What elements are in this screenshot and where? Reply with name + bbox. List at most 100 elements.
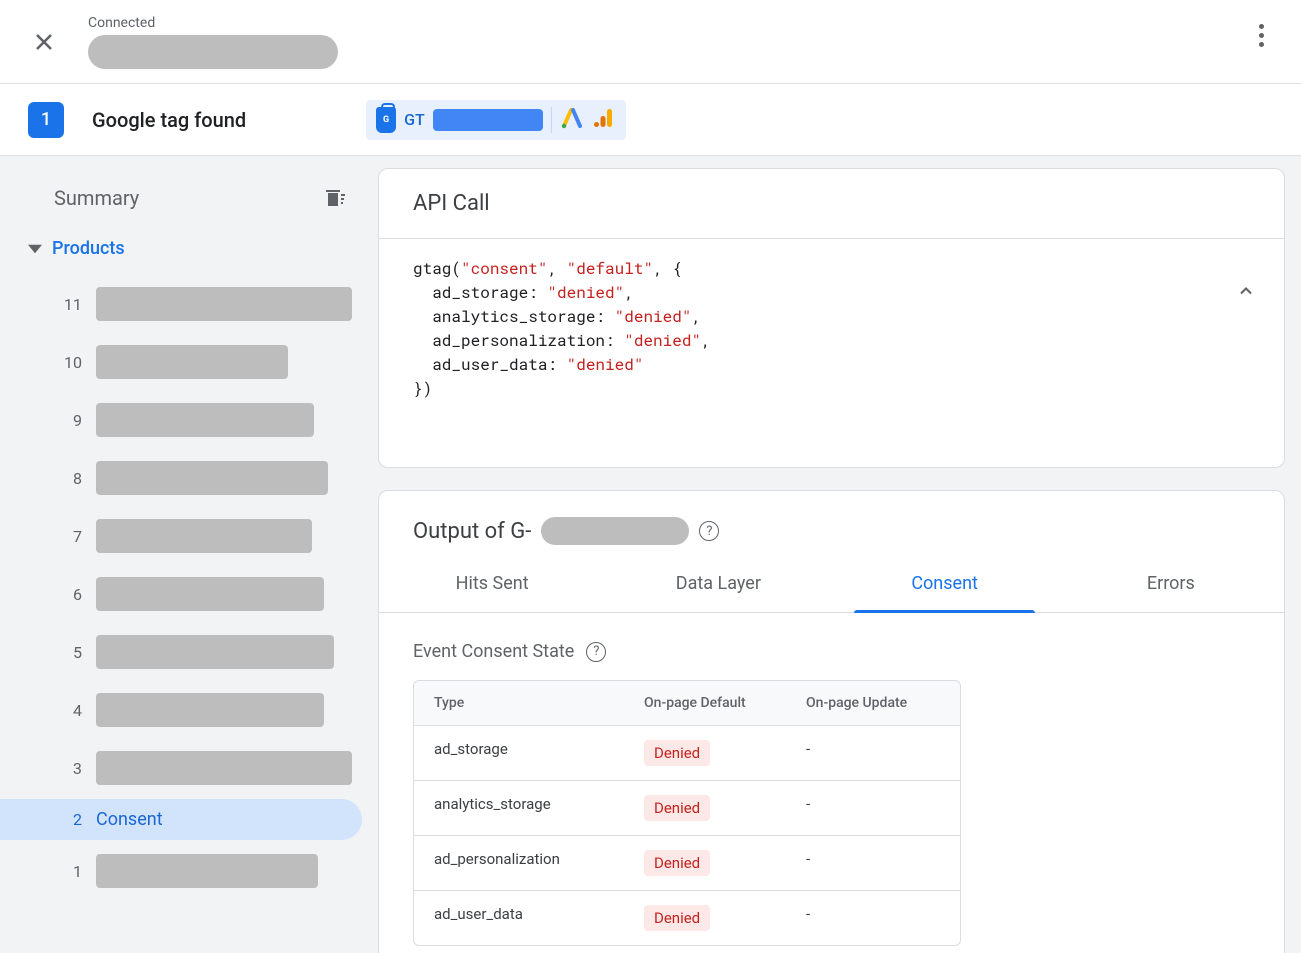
consent-default: Denied	[624, 891, 786, 945]
event-number: 5	[60, 643, 82, 662]
event-name-redacted	[96, 519, 312, 553]
help-icon[interactable]: ?	[699, 521, 719, 541]
connected-label: Connected	[88, 15, 338, 31]
chip-divider	[551, 107, 552, 133]
google-analytics-icon	[592, 106, 616, 134]
event-label: Consent	[96, 809, 163, 830]
consent-section: Event Consent State ? TypeOn-page Defaul…	[379, 613, 1284, 953]
event-item[interactable]: 9	[20, 393, 362, 447]
api-call-code: gtag("consent", "default", { ad_storage:…	[379, 239, 1284, 467]
consent-type: ad_storage	[414, 726, 624, 780]
caret-down-icon	[28, 242, 42, 256]
main-content: API Call gtag("consent", "default", { ad…	[374, 156, 1301, 953]
table-header: On-page Default	[624, 681, 786, 725]
table-row: ad_personalization Denied -	[414, 836, 960, 891]
header-bar: Connected	[0, 0, 1301, 84]
output-id-redacted	[541, 517, 689, 545]
consent-update: -	[786, 891, 960, 945]
google-ads-icon	[560, 106, 584, 134]
event-item[interactable]: 3	[20, 741, 362, 795]
consent-update: -	[786, 781, 960, 835]
consent-default: Denied	[624, 726, 786, 780]
clear-summary-button[interactable]	[322, 186, 346, 210]
event-number: 10	[60, 353, 82, 372]
event-number: 6	[60, 585, 82, 604]
tag-chip[interactable]: G GT	[366, 100, 626, 140]
event-number: 4	[60, 701, 82, 720]
table-row: analytics_storage Denied -	[414, 781, 960, 836]
denied-badge: Denied	[644, 905, 710, 931]
gtag-icon: G	[376, 107, 396, 133]
tab-data-layer[interactable]: Data Layer	[605, 555, 831, 612]
help-icon[interactable]: ?	[586, 642, 606, 662]
tag-found-bar: 1 Google tag found G GT	[0, 84, 1301, 156]
consent-table: TypeOn-page DefaultOn-page Updatead_stor…	[413, 680, 961, 946]
denied-badge: Denied	[644, 740, 710, 766]
event-name-redacted	[96, 461, 328, 495]
consent-default: Denied	[624, 836, 786, 890]
summary-label: Summary	[54, 186, 139, 210]
gt-id-redacted	[433, 109, 543, 131]
url-redacted	[88, 35, 338, 69]
close-icon	[32, 30, 56, 54]
products-section-header[interactable]: Products	[20, 220, 362, 273]
table-row: ad_user_data Denied -	[414, 891, 960, 945]
event-name-redacted	[96, 635, 334, 669]
event-name-redacted	[96, 854, 318, 888]
api-call-title: API Call	[379, 169, 1284, 239]
close-button[interactable]	[20, 18, 68, 66]
event-number: 8	[60, 469, 82, 488]
event-item[interactable]: 11	[20, 277, 362, 331]
event-number: 9	[60, 411, 82, 430]
event-item[interactable]: 7	[20, 509, 362, 563]
table-header: Type	[414, 681, 624, 725]
event-number: 3	[60, 759, 82, 778]
consent-type: ad_personalization	[414, 836, 624, 890]
table-header: On-page Update	[786, 681, 960, 725]
event-number: 2	[60, 810, 82, 829]
event-list: 11 10 9 8 7 6 5 4 3 2 Consent 1	[20, 277, 362, 898]
event-number: 7	[60, 527, 82, 546]
event-name-redacted	[96, 287, 352, 321]
denied-badge: Denied	[644, 850, 710, 876]
tab-hits-sent[interactable]: Hits Sent	[379, 555, 605, 612]
sidebar: Summary Products 11 10 9 8 7 6 5 4 3 2 Consent 1	[0, 156, 374, 953]
event-name-redacted	[96, 345, 288, 379]
consent-update: -	[786, 726, 960, 780]
event-item[interactable]: 4	[20, 683, 362, 737]
more-menu-button[interactable]	[1249, 24, 1273, 47]
event-item[interactable]: 5	[20, 625, 362, 679]
consent-type: ad_user_data	[414, 891, 624, 945]
event-item[interactable]: 1	[20, 844, 362, 898]
header-info: Connected	[88, 15, 338, 69]
tab-consent[interactable]: Consent	[832, 555, 1058, 612]
consent-type: analytics_storage	[414, 781, 624, 835]
event-name-redacted	[96, 693, 324, 727]
output-card: Output of G- ? Hits SentData LayerConsen…	[378, 490, 1285, 953]
consent-default: Denied	[624, 781, 786, 835]
products-label: Products	[52, 238, 125, 259]
tab-errors[interactable]: Errors	[1058, 555, 1284, 612]
consent-update: -	[786, 836, 960, 890]
consent-state-title: Event Consent State	[413, 641, 574, 662]
summary-row[interactable]: Summary	[20, 176, 362, 220]
api-call-card: API Call gtag("consent", "default", { ad…	[378, 168, 1285, 468]
gt-label: GT	[404, 110, 425, 129]
event-number: 1	[60, 862, 82, 881]
tag-found-title: Google tag found	[92, 108, 246, 132]
collapse-button[interactable]	[1140, 257, 1256, 332]
event-item[interactable]: 10	[20, 335, 362, 389]
event-item-consent[interactable]: 2 Consent	[0, 799, 362, 840]
event-name-redacted	[96, 577, 324, 611]
output-title: Output of G-	[413, 519, 531, 544]
denied-badge: Denied	[644, 795, 710, 821]
event-number: 11	[60, 295, 82, 314]
event-item[interactable]: 6	[20, 567, 362, 621]
event-name-redacted	[96, 751, 352, 785]
table-row: ad_storage Denied -	[414, 726, 960, 781]
tag-count-badge: 1	[28, 102, 64, 138]
event-name-redacted	[96, 403, 314, 437]
output-header: Output of G- ?	[379, 491, 1284, 545]
output-tabs: Hits SentData LayerConsentErrors	[379, 555, 1284, 613]
event-item[interactable]: 8	[20, 451, 362, 505]
